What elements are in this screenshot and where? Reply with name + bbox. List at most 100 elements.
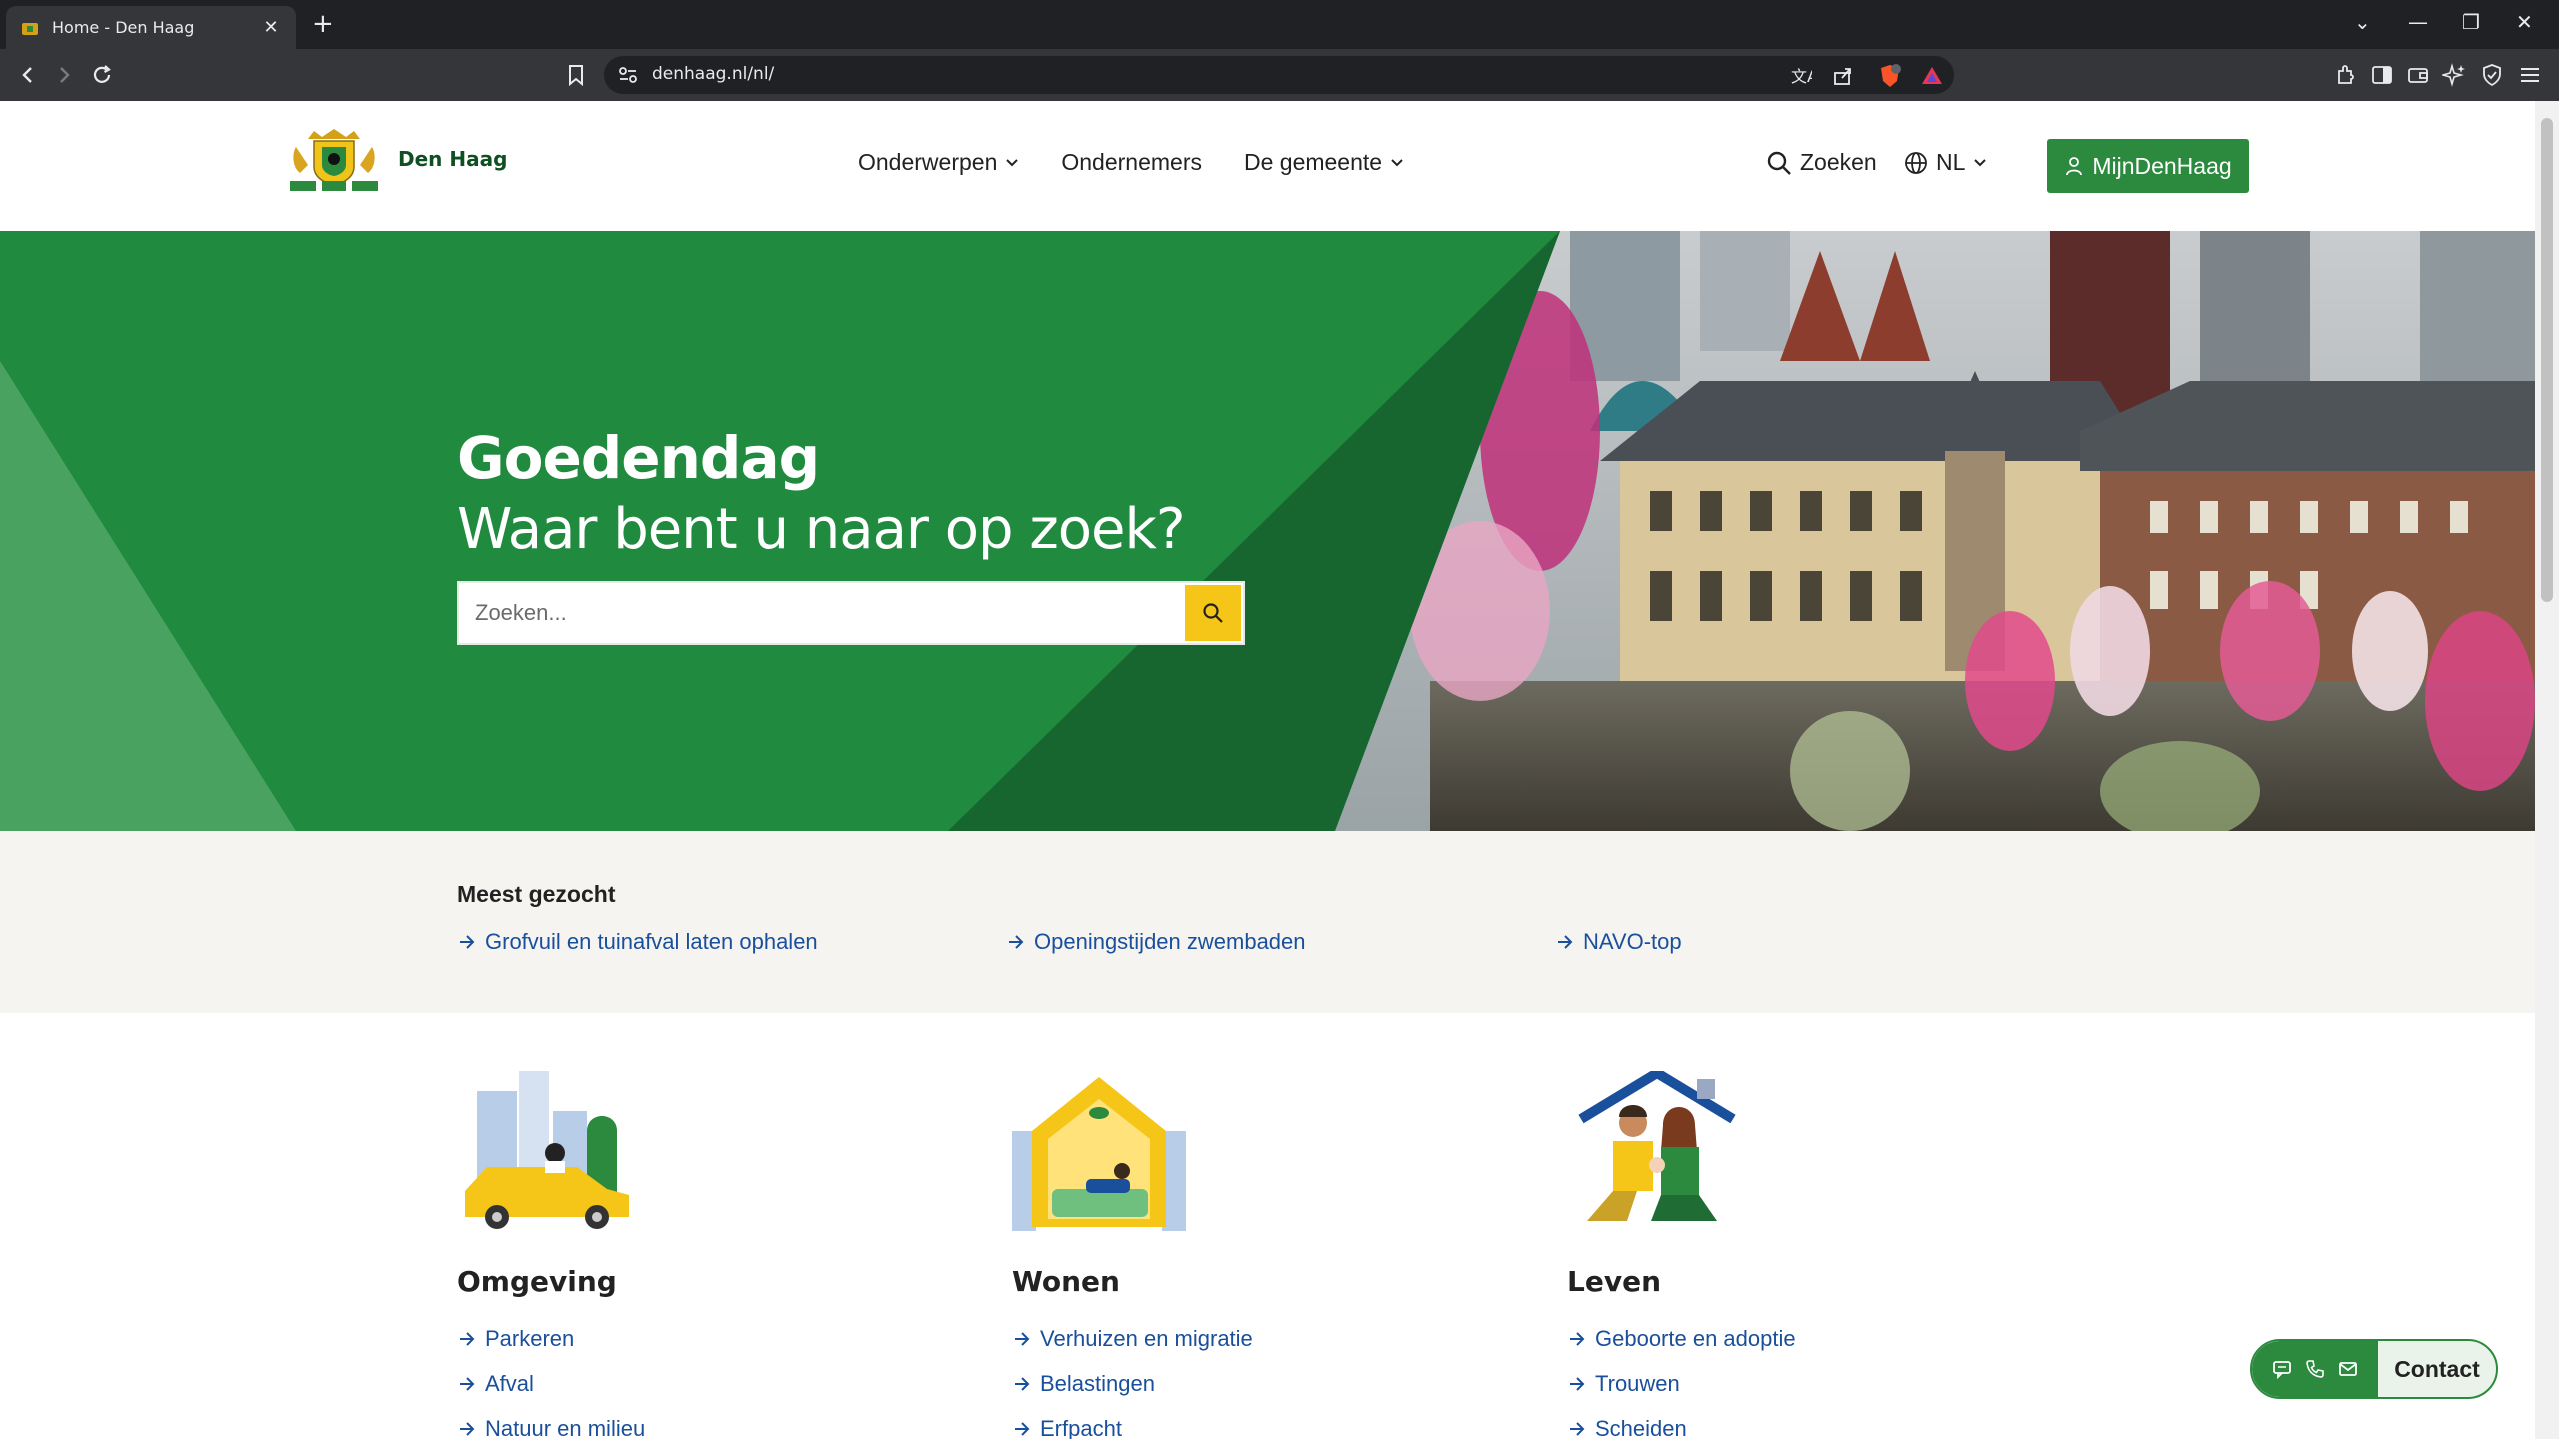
minimize-icon[interactable]: —: [2408, 10, 2428, 34]
chat-icon[interactable]: [2272, 1359, 2292, 1379]
arrow-right-icon: [1009, 935, 1024, 949]
nav-label: De gemeente: [1243, 149, 1383, 175]
chevron-down-icon: [1391, 158, 1403, 166]
arrow-right-icon: [460, 1421, 475, 1436]
nav-item-onderwerpen[interactable]: Onderwerpen: [858, 149, 1019, 176]
phone-icon[interactable]: [2305, 1359, 2325, 1379]
category-link[interactable]: Erfpacht: [1012, 1406, 1512, 1439]
popular-heading: Meest gezocht: [457, 881, 616, 907]
reload-icon[interactable]: [88, 61, 116, 89]
category-omgeving: Omgeving Parkeren Afval Natuur en milieu: [457, 1071, 957, 1439]
category-link[interactable]: Afval: [457, 1361, 957, 1406]
nav-label: Onderwerpen: [858, 149, 998, 175]
sidebar-icon[interactable]: [2370, 63, 2394, 87]
mijndenhaag-button[interactable]: MijnDenHaag: [2047, 139, 2249, 193]
chevron-down-icon: [1006, 158, 1019, 166]
category-link[interactable]: Geboorte en adoptie: [1567, 1316, 2067, 1361]
leo-ai-icon[interactable]: [2442, 63, 2466, 87]
arrow-right-icon: [1015, 1421, 1030, 1436]
family-illustration: [1578, 1067, 1736, 1221]
translate-icon[interactable]: 文A: [1790, 65, 1812, 87]
den-haag-favicon-icon: [22, 22, 38, 35]
popular-link[interactable]: Openingstijden zwembaden: [1006, 929, 1306, 955]
arrow-right-icon: [1558, 935, 1573, 949]
category-title[interactable]: Wonen: [1012, 1265, 1512, 1298]
new-tab-icon[interactable]: +: [312, 10, 334, 38]
nav-item-de-gemeente[interactable]: De gemeente: [1244, 149, 1404, 176]
arrow-right-icon: [1015, 1376, 1030, 1391]
category-leven: Leven Geboorte en adoptie Trouwen Scheid…: [1567, 1067, 2067, 1439]
category-link[interactable]: Natuur en milieu: [457, 1406, 957, 1439]
restore-icon[interactable]: ❐: [2462, 10, 2480, 34]
search-icon: [1767, 151, 1791, 175]
brave-rewards-icon[interactable]: [1920, 64, 1944, 88]
browser-tab[interactable]: Home - Den Haag ✕: [6, 6, 296, 49]
header-search-button[interactable]: Zoeken: [1766, 149, 1877, 176]
category-link-label: Erfpacht: [1040, 1415, 1122, 1439]
search-icon: [1203, 603, 1223, 623]
tab-title: Home - Den Haag: [52, 18, 195, 37]
arrow-right-icon: [460, 935, 475, 949]
category-link-label: Trouwen: [1595, 1370, 1680, 1396]
category-link[interactable]: Trouwen: [1567, 1361, 2067, 1406]
category-link-label: Verhuizen en migratie: [1040, 1325, 1253, 1351]
hero-title: Goedendag: [457, 424, 820, 492]
extensions-icon[interactable]: [2334, 63, 2358, 87]
user-icon: [2066, 157, 2083, 176]
forward-icon[interactable]: [50, 61, 78, 89]
hero-background: [0, 231, 2535, 831]
brave-shields-icon[interactable]: [1878, 63, 1902, 89]
category-link[interactable]: Scheiden: [1567, 1406, 2067, 1439]
language-selector[interactable]: NL: [1904, 149, 1987, 176]
share-icon[interactable]: [1832, 65, 1854, 87]
category-title[interactable]: Omgeving: [457, 1265, 957, 1298]
tab-search-icon[interactable]: ⌄: [2354, 10, 2371, 34]
browser-toolbar: denhaag.nl/nl/ 文A: [0, 49, 2559, 101]
hero-search-button[interactable]: [1185, 585, 1241, 641]
language-label: NL: [1936, 149, 1966, 175]
contact-icons: [2252, 1341, 2378, 1397]
category-link[interactable]: Parkeren: [457, 1316, 957, 1361]
hero-search-input[interactable]: [459, 583, 1185, 643]
site-settings-icon[interactable]: [618, 66, 638, 84]
den-haag-logo[interactable]: [288, 129, 380, 193]
vpn-shield-icon[interactable]: [2480, 63, 2504, 87]
category-link-label: Natuur en milieu: [485, 1415, 646, 1439]
bookmark-icon[interactable]: [562, 61, 590, 89]
nav-label: Ondernemers: [1061, 149, 1202, 175]
tab-close-icon[interactable]: ✕: [260, 17, 282, 38]
mail-icon[interactable]: [2338, 1359, 2358, 1379]
svg-text:文A: 文A: [1791, 67, 1812, 86]
popular-searches: Meest gezocht Grofvuil en tuinafval late…: [0, 831, 2535, 1013]
window-close-icon[interactable]: ✕: [2516, 10, 2533, 34]
arrow-right-icon: [460, 1376, 475, 1391]
category-link-label: Geboorte en adoptie: [1595, 1325, 1796, 1351]
brand-name[interactable]: Den Haag: [398, 147, 507, 171]
web-page: Den Haag Onderwerpen Ondernemers De geme…: [0, 101, 2535, 1439]
popular-link[interactable]: NAVO-top: [1555, 929, 1682, 955]
address-bar[interactable]: denhaag.nl/nl/ 文A: [604, 56, 1954, 94]
nav-item-ondernemers[interactable]: Ondernemers: [1061, 149, 1202, 176]
popular-link-label: Grofvuil en tuinafval laten ophalen: [485, 929, 818, 954]
browser-tab-bar: Home - Den Haag ✕ + ⌄ — ❐ ✕: [0, 0, 2559, 49]
contact-widget[interactable]: Contact: [2250, 1339, 2498, 1399]
scrollbar-thumb[interactable]: [2541, 118, 2553, 602]
wallet-icon[interactable]: [2406, 63, 2430, 87]
category-link[interactable]: Verhuizen en migratie: [1012, 1316, 1512, 1361]
category-title[interactable]: Leven: [1567, 1265, 2067, 1298]
popular-link[interactable]: Grofvuil en tuinafval laten ophalen: [457, 929, 818, 955]
category-link-label: Parkeren: [485, 1325, 575, 1351]
main-navigation: Onderwerpen Ondernemers De gemeente: [858, 149, 1404, 176]
category-links: Verhuizen en migratie Belastingen Erfpac…: [1012, 1316, 1512, 1439]
category-link-label: Scheiden: [1595, 1415, 1687, 1439]
category-link[interactable]: Belastingen: [1012, 1361, 1512, 1406]
popular-link-label: Openingstijden zwembaden: [1034, 929, 1306, 954]
hero-section: Goedendag Waar bent u naar op zoek?: [0, 231, 2535, 831]
popular-link-label: NAVO-top: [1583, 929, 1682, 954]
house-illustration: [1012, 1077, 1186, 1231]
arrow-right-icon: [1570, 1376, 1585, 1391]
menu-icon[interactable]: [2518, 63, 2542, 87]
back-icon[interactable]: [14, 61, 42, 89]
site-header: Den Haag Onderwerpen Ondernemers De geme…: [0, 101, 2535, 231]
url-text[interactable]: denhaag.nl/nl/: [652, 64, 774, 84]
